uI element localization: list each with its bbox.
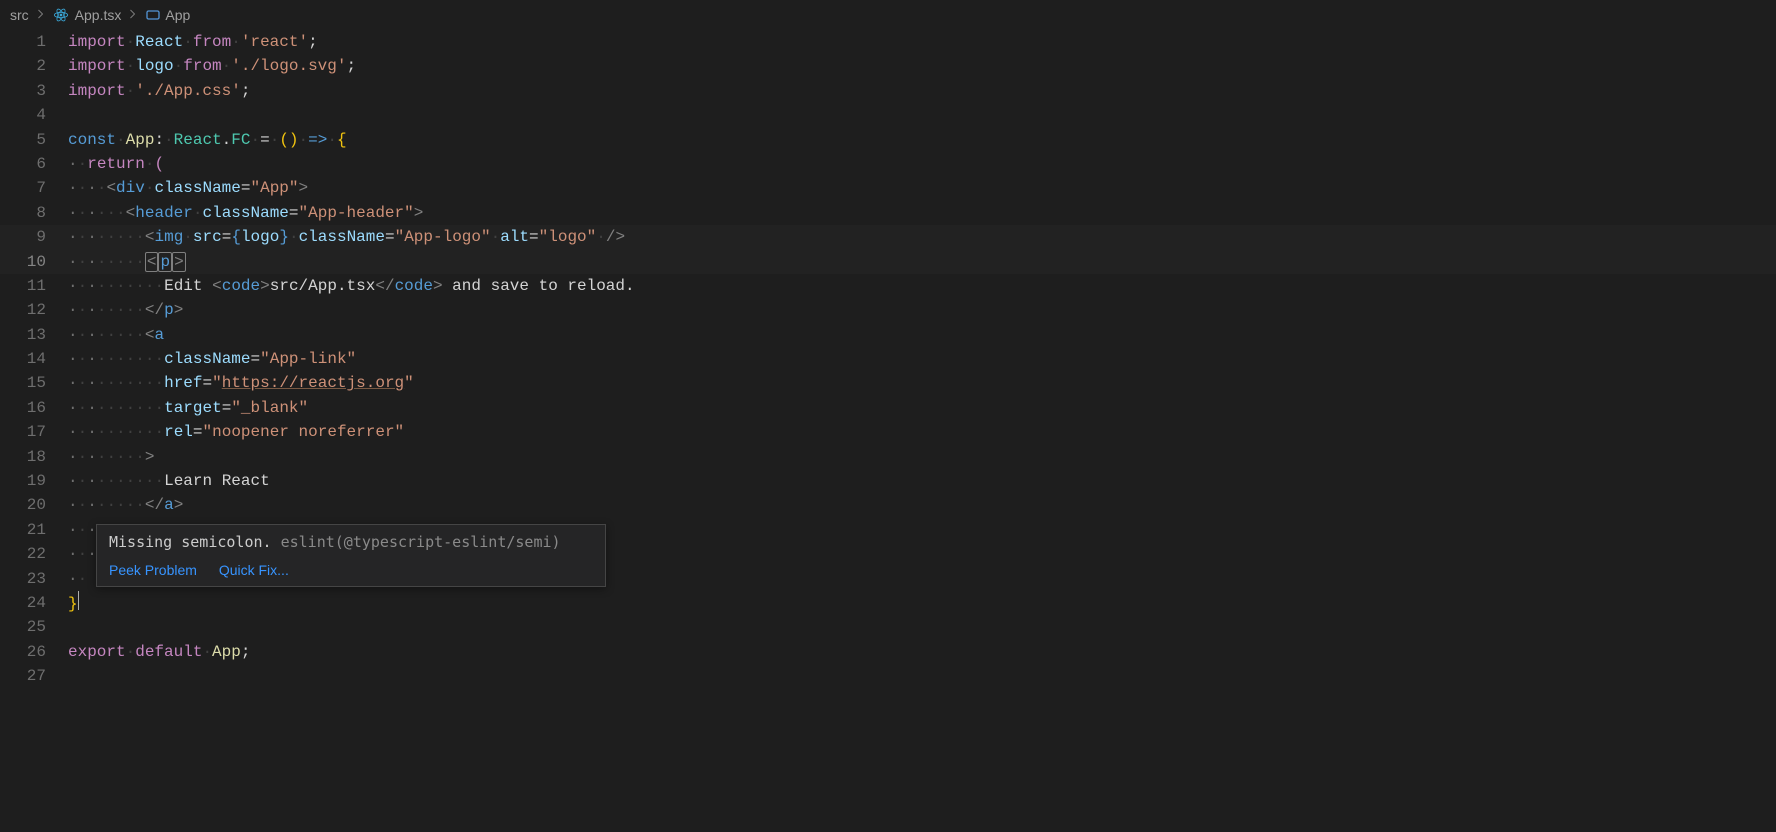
- line-number: 12: [0, 298, 68, 322]
- code-line[interactable]: 27: [0, 664, 1776, 688]
- problem-hover-widget: Missing semicolon. eslint(@typescript-es…: [96, 524, 606, 587]
- breadcrumb: src App.tsx App: [0, 0, 1776, 30]
- breadcrumb-file[interactable]: App.tsx: [75, 7, 122, 23]
- line-number: 3: [0, 79, 68, 103]
- code-line[interactable]: 11 ··········Edit <code>src/App.tsx</cod…: [0, 274, 1776, 298]
- line-number: 6: [0, 152, 68, 176]
- line-number: 20: [0, 493, 68, 517]
- code-line[interactable]: 12 ········</p>: [0, 298, 1776, 322]
- line-number: 25: [0, 615, 68, 639]
- breadcrumb-symbol[interactable]: App: [165, 7, 190, 23]
- code-line[interactable]: 19 ··········Learn React: [0, 469, 1776, 493]
- code-line[interactable]: 5 const·App:·React.FC·=·()·=>·{: [0, 128, 1776, 152]
- line-number: 5: [0, 128, 68, 152]
- line-number: 23: [0, 567, 68, 591]
- code-line[interactable]: 25: [0, 615, 1776, 639]
- react-file-icon: [53, 7, 69, 23]
- code-line[interactable]: 1 import·React·from·'react';: [0, 30, 1776, 54]
- chevron-right-icon: [127, 7, 139, 23]
- code-editor[interactable]: 1 import·React·from·'react'; 2 import·lo…: [0, 30, 1776, 832]
- cursor: [78, 591, 79, 610]
- code-line[interactable]: 17 ··········rel="noopener noreferrer": [0, 420, 1776, 444]
- line-number: 7: [0, 176, 68, 200]
- peek-problem-link[interactable]: Peek Problem: [109, 562, 197, 578]
- code-line[interactable]: 24 }: [0, 591, 1776, 615]
- code-line[interactable]: 20 ········</a>: [0, 493, 1776, 517]
- code-line[interactable]: 2 import·logo·from·'./logo.svg';: [0, 54, 1776, 78]
- line-number: 16: [0, 396, 68, 420]
- line-number: 24: [0, 591, 68, 615]
- chevron-right-icon: [35, 7, 47, 23]
- line-number: 14: [0, 347, 68, 371]
- code-line[interactable]: 14 ··········className="App-link": [0, 347, 1776, 371]
- line-number: 21: [0, 518, 68, 542]
- line-number: 22: [0, 542, 68, 566]
- code-line[interactable]: 15 ··········href="https://reactjs.org": [0, 371, 1776, 395]
- line-number: 26: [0, 640, 68, 664]
- code-line[interactable]: 7 ····<div·className="App">: [0, 176, 1776, 200]
- code-line[interactable]: 6 ··return·(: [0, 152, 1776, 176]
- line-number: 15: [0, 371, 68, 395]
- line-number: 27: [0, 664, 68, 688]
- line-number: 13: [0, 323, 68, 347]
- code-line[interactable]: 10 ········<p>: [0, 250, 1776, 274]
- line-number: 10: [0, 250, 68, 274]
- line-number: 11: [0, 274, 68, 298]
- line-number: 2: [0, 54, 68, 78]
- code-line[interactable]: 26 export·default·App;: [0, 640, 1776, 664]
- symbol-variable-icon: [145, 7, 161, 23]
- line-number: 19: [0, 469, 68, 493]
- line-number: 4: [0, 103, 68, 127]
- line-number: 9: [0, 225, 68, 249]
- code-line[interactable]: 3 import·'./App.css';: [0, 79, 1776, 103]
- hover-message: Missing semicolon. eslint(@typescript-es…: [97, 525, 605, 557]
- code-line[interactable]: 9 ········<img·src={logo}·className="App…: [0, 225, 1776, 249]
- code-line[interactable]: 18 ········>: [0, 445, 1776, 469]
- code-line[interactable]: 13 ········<a: [0, 323, 1776, 347]
- code-line[interactable]: 16 ··········target="_blank": [0, 396, 1776, 420]
- breadcrumb-folder[interactable]: src: [10, 7, 29, 23]
- line-number: 18: [0, 445, 68, 469]
- line-number: 8: [0, 201, 68, 225]
- line-number: 17: [0, 420, 68, 444]
- code-line[interactable]: 8 ······<header·className="App-header">: [0, 201, 1776, 225]
- line-number: 1: [0, 30, 68, 54]
- quick-fix-link[interactable]: Quick Fix...: [219, 562, 289, 578]
- code-line[interactable]: 4: [0, 103, 1776, 127]
